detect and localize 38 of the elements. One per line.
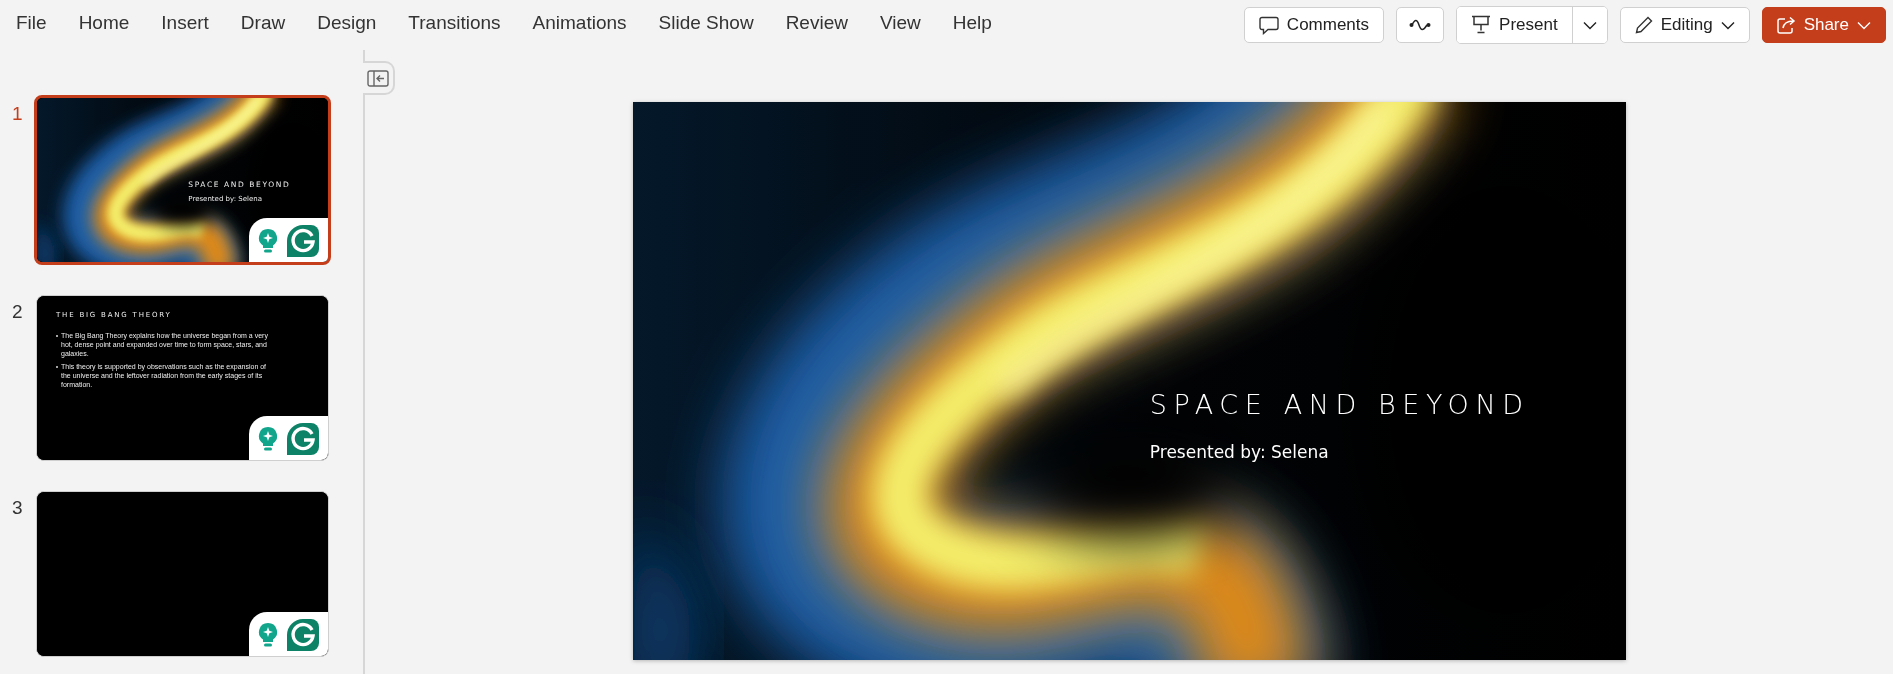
- circular-logo-icon[interactable]: [287, 619, 319, 651]
- menu-tab[interactable]: Draw: [226, 5, 300, 45]
- menu-tab[interactable]: Design: [303, 5, 391, 45]
- share-icon: [1776, 16, 1796, 34]
- slide-subtitle: Presented by: Selena: [1149, 442, 1330, 463]
- share-button[interactable]: Share: [1761, 7, 1886, 43]
- collapse-pane-button[interactable]: [363, 61, 395, 95]
- chevron-down-icon: [1720, 20, 1735, 30]
- speech-bubble-icon: [1258, 15, 1279, 35]
- menu-tab[interactable]: Slide Show: [644, 5, 768, 45]
- lightbulb-icon[interactable]: [258, 622, 278, 648]
- slide-number: 3: [11, 496, 24, 519]
- menu-tab[interactable]: Help: [938, 5, 1006, 45]
- chevron-down-icon: [1857, 20, 1871, 30]
- circular-logo-icon[interactable]: [287, 225, 319, 257]
- panel-collapse-icon: [367, 69, 389, 87]
- menu-tab[interactable]: Review: [771, 5, 862, 45]
- slide-number: 1: [11, 102, 24, 125]
- slide-title: SPACE AND BEYOND: [1149, 389, 1530, 421]
- menu-tab[interactable]: Home: [64, 5, 144, 45]
- menu-tab[interactable]: Transitions: [394, 5, 515, 45]
- pencil-icon: [1634, 16, 1653, 34]
- menu-tab[interactable]: Insert: [147, 5, 223, 45]
- comments-button[interactable]: Comments: [1243, 7, 1385, 43]
- menu-tab[interactable]: Animations: [518, 5, 641, 45]
- slide-thumbnail[interactable]: [36, 491, 329, 657]
- circular-logo-icon[interactable]: [287, 423, 319, 455]
- projector-screen-icon: [1471, 15, 1492, 35]
- slide-number: 2: [11, 300, 24, 323]
- chevron-down-icon: [1582, 20, 1597, 30]
- lightbulb-icon[interactable]: [258, 228, 278, 254]
- lightbulb-icon[interactable]: [258, 426, 278, 452]
- editing-button[interactable]: Editing: [1619, 7, 1750, 43]
- slide-thumbnail[interactable]: [36, 295, 329, 461]
- ink-button[interactable]: [1396, 7, 1445, 43]
- menu-tab[interactable]: View: [865, 5, 935, 45]
- squiggle-icon: [1409, 19, 1432, 31]
- menu-tab[interactable]: File: [2, 5, 61, 45]
